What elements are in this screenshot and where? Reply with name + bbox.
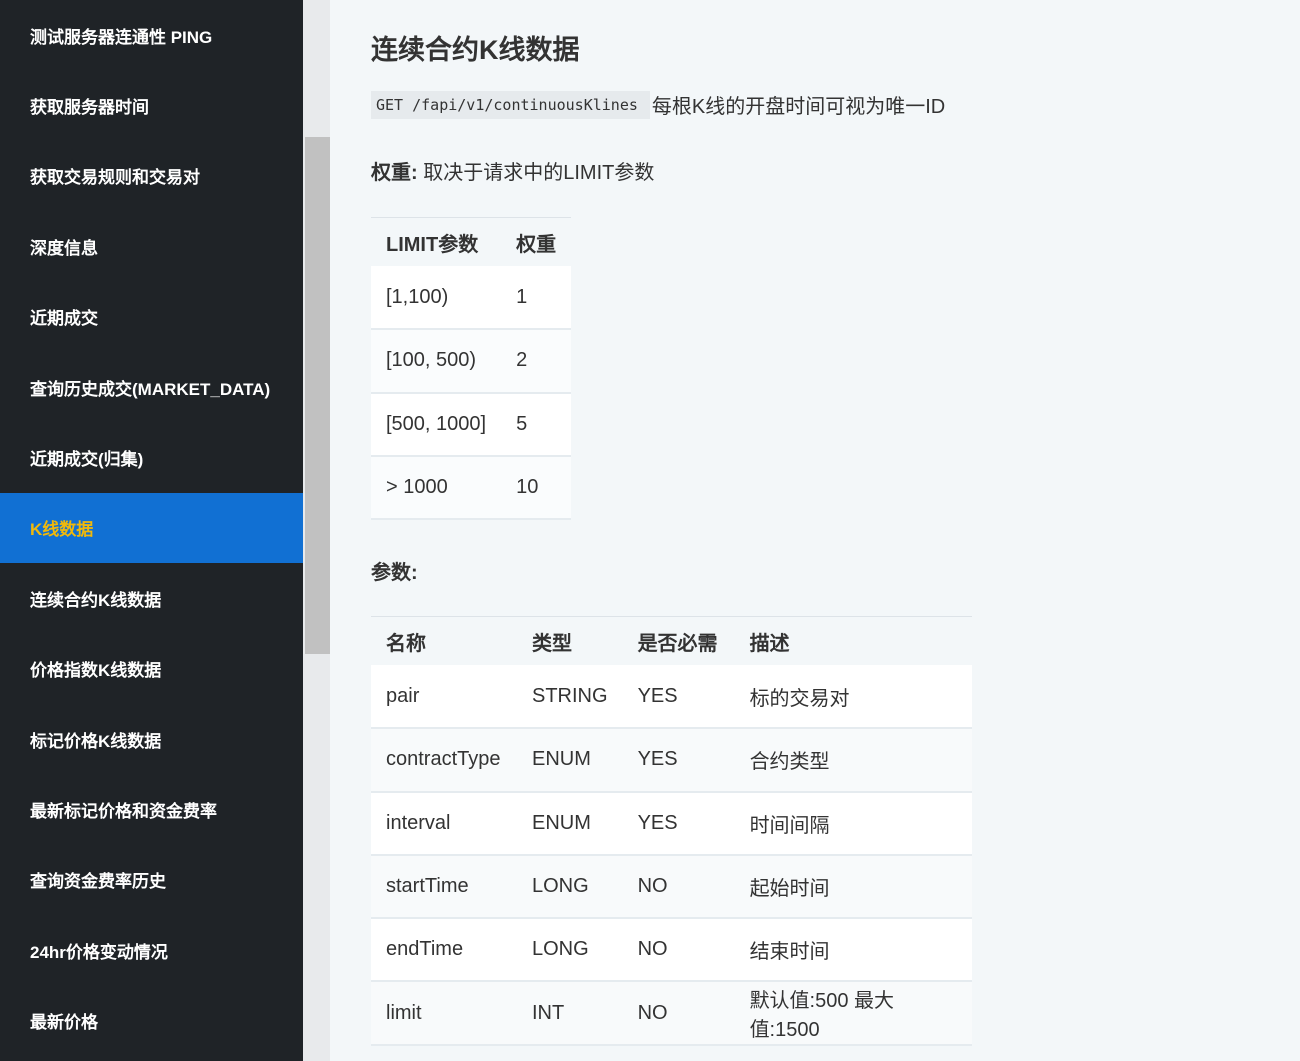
params-table-cell: YES xyxy=(622,728,735,793)
endpoint-code: GET /fapi/v1/continuousKlines xyxy=(371,90,650,119)
weight-table-header: LIMIT参数 xyxy=(386,233,479,256)
sidebar-item[interactable]: 测试服务器连通性 PING xyxy=(0,0,303,70)
sidebar-item[interactable]: 获取交易规则和交易对 xyxy=(0,141,303,211)
table-row: [500, 1000] 5 xyxy=(371,392,572,457)
sidebar-item-label: 获取交易规则和交易对 xyxy=(30,168,200,188)
weight-table-cell: [500, 1000] xyxy=(371,392,502,457)
weight-label: 权重: xyxy=(371,162,418,184)
sidebar-item-label: 测试服务器连通性 PING xyxy=(30,27,213,47)
params-table-cell: NO xyxy=(622,854,735,920)
params-table-cell: ENUM xyxy=(517,728,623,793)
sidebar-item-label: 24hr价格变动情况 xyxy=(30,942,168,962)
sidebar-item[interactable]: 深度信息 xyxy=(0,211,303,281)
sidebar: 测试服务器连通性 PING 获取服务器时间获取交易规则和交易对 深度信息近期成交查询… xyxy=(0,0,303,1061)
params-table-cell: YES xyxy=(622,791,735,856)
sidebar-item-label: 最新标记价格和资金费率 xyxy=(30,801,217,821)
params-table-cell: LONG xyxy=(517,918,623,983)
params-table-header: 类型 xyxy=(532,632,572,655)
table-row: [1,100) 1 xyxy=(371,266,572,331)
sidebar-item[interactable]: 近期成交(归集) xyxy=(0,422,303,492)
sidebar-item-label: 近期成交 xyxy=(30,309,98,329)
sidebar-item-label: 查询资金费率历史 xyxy=(30,872,166,892)
params-table-cell: 标的交易对 xyxy=(734,665,972,730)
page-title: 连续合约K线数据 xyxy=(371,35,580,65)
weight-table-header: 权重 xyxy=(516,233,557,256)
table-row: [100, 500) 2 xyxy=(371,329,572,394)
weight-table-cell: [100, 500) xyxy=(371,329,502,394)
params-heading: 参数: xyxy=(371,562,418,584)
endpoint-description: 每根K线的开盘时间可视为唯一ID xyxy=(651,96,946,118)
sidebar-item-label: 深度信息 xyxy=(30,238,98,258)
sidebar-item-label: 获取服务器时间 xyxy=(30,98,149,118)
endpoint-line: GET /fapi/v1/continuousKlines 每根K线的开盘时间可… xyxy=(371,90,945,119)
params-table-cell: pair xyxy=(371,665,517,730)
sidebar-item-label: 查询历史成交(MARKET_DATA) xyxy=(30,379,271,399)
weight-text: 取决于请求中的LIMIT参数 xyxy=(417,162,655,184)
weight-table-cell: 2 xyxy=(501,329,572,394)
params-table-header: 描述 xyxy=(749,632,790,655)
params-table-cell: limit xyxy=(371,981,517,1046)
sidebar-item[interactable]: 标记价格K线数据 xyxy=(0,704,303,774)
params-table-header: 名称 xyxy=(386,632,426,655)
params-table: 名称 类型 是否必需 描述 pair STRING YES 标的交易对 contract… xyxy=(371,616,972,1046)
params-table-cell: LONG xyxy=(517,854,623,920)
params-table-cell: startTime xyxy=(371,854,517,920)
sidebar-item-label: 连续合约K线数据 xyxy=(30,590,162,610)
weight-table-cell: > 1000 xyxy=(371,455,502,521)
weight-table-cell: 1 xyxy=(501,266,572,331)
sidebar-item[interactable]: 24hr价格变动情况 xyxy=(0,915,303,985)
table-row: contractType ENUM YES 合约类型 xyxy=(371,728,972,793)
sidebar-item[interactable]: 获取服务器时间 xyxy=(0,70,303,140)
params-table-cell: STRING xyxy=(517,665,623,730)
sidebar-item-label: 标记价格K线数据 xyxy=(30,731,162,751)
params-table-cell: 默认值:500 最大值:1500 xyxy=(734,981,972,1046)
sidebar-item-label: K线数据 xyxy=(30,520,94,540)
params-table-cell: interval xyxy=(371,791,517,856)
params-table-cell: 合约类型 xyxy=(734,728,972,793)
weight-table: LIMIT参数 权重 [1,100) 1 [100, 500) 2 [500, 1000… xyxy=(371,217,572,521)
table-row: pair STRING YES 标的交易对 xyxy=(371,665,972,730)
params-table-cell: YES xyxy=(622,665,735,730)
sidebar-item[interactable]: 最新价格 xyxy=(0,985,303,1055)
sidebar-item[interactable]: 价格指数K线数据 xyxy=(0,634,303,704)
params-table-cell: 时间间隔 xyxy=(734,791,972,856)
sidebar-item[interactable]: 连续合约K线数据 xyxy=(0,563,303,633)
params-table-cell: INT xyxy=(517,981,623,1046)
sidebar-item[interactable]: 最新标记价格和资金费率 xyxy=(0,774,303,844)
params-table-cell: NO xyxy=(622,981,735,1046)
sidebar-item[interactable]: 查询历史成交(MARKET_DATA) xyxy=(0,352,303,422)
weight-table-cell: 10 xyxy=(501,455,572,521)
table-row: > 1000 10 xyxy=(371,455,572,521)
params-table-cell: contractType xyxy=(371,728,517,793)
params-table-cell: 起始时间 xyxy=(734,854,972,920)
table-row: endTime LONG NO 结束时间 xyxy=(371,918,972,983)
table-row: limit INT NO 默认值:500 最大值:1500 xyxy=(371,981,972,1046)
sidebar-item[interactable]: 近期成交 xyxy=(0,282,303,352)
sidebar-item[interactable]: 查询资金费率历史 xyxy=(0,845,303,915)
weight-table-cell: [1,100) xyxy=(371,266,502,331)
weight-table-cell: 5 xyxy=(501,392,572,457)
weight-line: 权重: 取决于请求中的LIMIT参数 xyxy=(371,156,654,185)
sidebar-item-label: 近期成交(归集) xyxy=(30,450,144,470)
params-table-cell: 结束时间 xyxy=(734,918,972,983)
sidebar-item[interactable]: K线数据 xyxy=(0,492,303,564)
params-table-header: 是否必需 xyxy=(637,632,718,655)
sidebar-item-label: 最新价格 xyxy=(30,1013,98,1033)
sidebar-item-label: 价格指数K线数据 xyxy=(30,661,162,681)
params-table-cell: ENUM xyxy=(517,791,623,856)
table-row: interval ENUM YES 时间间隔 xyxy=(371,791,972,856)
params-table-cell: endTime xyxy=(371,918,517,983)
sidebar-scrollbar-thumb[interactable] xyxy=(305,137,330,654)
params-table-cell: NO xyxy=(622,918,735,983)
table-row: startTime LONG NO 起始时间 xyxy=(371,854,972,920)
